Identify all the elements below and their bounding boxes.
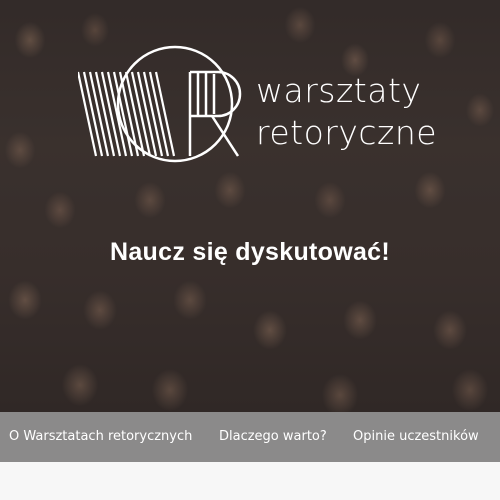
logo-wordmark: warsztaty retoryczne xyxy=(256,70,437,154)
logo-line-2: retoryczne xyxy=(256,113,438,152)
wr-logo-mark-icon xyxy=(78,45,242,163)
nav-link-testimonials[interactable]: Opinie uczestników xyxy=(353,429,479,444)
nav-link-about[interactable]: O Warsztatach retorycznych xyxy=(9,429,192,444)
site-logo[interactable]: warsztaty retoryczne xyxy=(78,44,438,164)
hero-banner: warsztaty retoryczne Naucz się dyskutowa… xyxy=(0,0,500,412)
hero-headline: Naucz się dyskutować! xyxy=(109,238,390,266)
logo-line-1: warsztaty xyxy=(256,71,422,110)
nav-link-why[interactable]: Dlaczego warto? xyxy=(219,429,327,444)
main-navigation: O Warsztatach retorycznych Dlaczego wart… xyxy=(0,412,500,462)
content-area xyxy=(0,462,500,500)
